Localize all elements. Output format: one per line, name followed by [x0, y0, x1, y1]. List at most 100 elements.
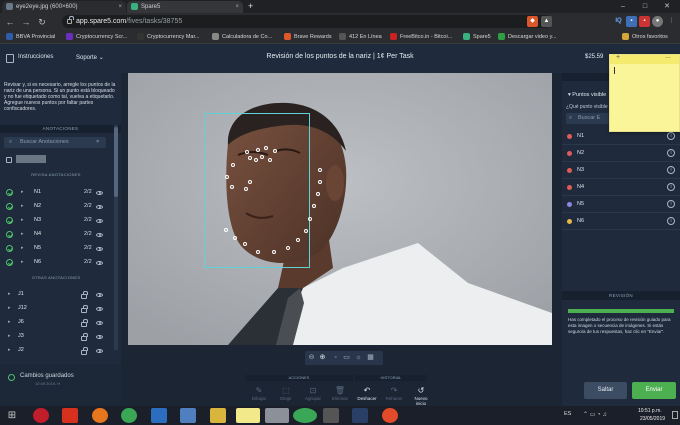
avatar[interactable]: ● — [652, 16, 663, 27]
creative-cloud-icon[interactable] — [33, 408, 49, 423]
minimize-icon[interactable]: – — [612, 0, 634, 13]
lock-icon[interactable] — [81, 291, 88, 299]
points-visible-toggle[interactable]: ▾ Puntos visible — [568, 92, 606, 98]
zoom-in-icon[interactable]: ⊕ — [318, 353, 327, 362]
chevron-down-icon[interactable]: ▸ — [21, 256, 24, 269]
bookmark-item[interactable]: FreeBitco.in - Bitcoi... — [390, 32, 452, 42]
landmark-point[interactable] — [230, 185, 234, 189]
annotations-scrollbar[interactable] — [114, 125, 118, 350]
new-tab-button[interactable]: + — [244, 1, 258, 13]
eye-icon[interactable] — [96, 307, 103, 311]
landmark-point[interactable] — [316, 192, 320, 196]
tab-spare5[interactable]: Spare5 × — [127, 1, 243, 13]
clock-time[interactable]: 10:51 p.m. — [638, 408, 662, 414]
point-row[interactable]: N4 i — [562, 179, 680, 196]
landmark-point[interactable] — [225, 175, 229, 179]
landmark-point[interactable] — [286, 246, 290, 250]
info-icon[interactable]: i — [667, 200, 675, 208]
chevron-down-icon[interactable]: ▸ — [21, 186, 24, 199]
bookmark-item[interactable]: BBVA Provincial — [6, 32, 55, 42]
eye-icon[interactable] — [96, 191, 103, 195]
close-icon[interactable]: × — [235, 1, 239, 13]
landmark-point[interactable] — [244, 187, 248, 191]
tool-elegir[interactable]: ⬚ Elegir — [274, 385, 298, 401]
eye-icon[interactable] — [96, 335, 103, 339]
landmark-point[interactable] — [273, 149, 277, 153]
more-icon[interactable]: ... — [665, 53, 671, 60]
bookmark-item[interactable]: Brave Rewards — [284, 32, 332, 42]
bookmark-item[interactable]: Calculadora de Co... — [212, 32, 272, 42]
address-bar[interactable]: app.spare5.com/fives/tasks/38755 ☆ — [62, 15, 552, 28]
point-row[interactable]: N5 i — [562, 196, 680, 213]
landmark-point[interactable] — [256, 148, 260, 152]
landmark-point[interactable] — [264, 146, 268, 150]
eye-icon[interactable] — [96, 205, 103, 209]
scrollbar-thumb[interactable] — [114, 127, 118, 197]
landmark-point[interactable] — [308, 217, 312, 221]
chevron-down-icon[interactable]: ▸ — [21, 214, 24, 227]
landmark-point[interactable] — [256, 250, 260, 254]
extension-icon[interactable]: ▪ — [626, 16, 637, 27]
fit-icon[interactable]: ◦ — [331, 353, 340, 362]
notifications-icon[interactable] — [672, 411, 678, 419]
chevron-down-icon[interactable]: ▸ — [21, 242, 24, 255]
lock-icon[interactable] — [81, 333, 88, 341]
eye-icon[interactable] — [96, 349, 103, 353]
landmark-point[interactable] — [272, 250, 276, 254]
word-icon[interactable] — [151, 408, 167, 423]
chevron-down-icon[interactable]: ▸ — [8, 316, 11, 329]
list-item[interactable]: ▸ N3 2/2 — [0, 214, 112, 227]
landmark-point[interactable] — [304, 229, 308, 233]
tool-nuevo-inicio[interactable]: ↺ Nuevo inicio — [409, 385, 433, 406]
chrome-icon[interactable] — [121, 408, 137, 423]
zoom-out-icon[interactable]: ⊖ — [307, 353, 316, 362]
tool-deshacer[interactable]: ↶ Deshacer — [355, 385, 379, 401]
maximize-icon[interactable]: □ — [634, 0, 656, 13]
point-row[interactable]: N2 i — [562, 145, 680, 162]
annotations-search-input[interactable]: ⌕ Buscar Anotaciones × — [4, 137, 106, 148]
lock-icon[interactable] — [81, 347, 88, 355]
app-icon[interactable] — [352, 408, 368, 423]
tool-agrupar[interactable]: ⊡ Agrupar — [301, 385, 325, 401]
landmark-point[interactable] — [312, 204, 316, 208]
lock-icon[interactable] — [81, 319, 88, 327]
bookmark-item[interactable]: Spare5 — [463, 32, 491, 42]
close-window-icon[interactable]: ✕ — [656, 0, 678, 13]
forward-icon[interactable]: → — [20, 16, 32, 28]
tab-image[interactable]: eye2eye.jpg (600×600) × — [2, 1, 126, 13]
point-row[interactable]: N6 i — [562, 213, 680, 230]
clock-date[interactable]: 23/05/2019 — [640, 416, 665, 422]
close-icon[interactable]: × — [118, 1, 122, 13]
eye-icon[interactable] — [96, 261, 103, 265]
landmark-point[interactable] — [248, 180, 252, 184]
list-item[interactable]: ▸ J12 — [0, 302, 112, 315]
submit-button[interactable]: Enviar — [632, 382, 676, 399]
landmark-point[interactable] — [318, 180, 322, 184]
tool-dibujar[interactable]: ✎ Dibujar — [247, 385, 271, 401]
windows-start-icon[interactable]: ⊞ — [4, 408, 20, 423]
bookmark-other[interactable]: Otros favoritos — [622, 32, 668, 42]
eye-icon[interactable] — [96, 219, 103, 223]
instructions-link[interactable]: Instrucciones — [18, 54, 53, 60]
point-row[interactable]: N3 i — [562, 162, 680, 179]
network-icon[interactable] — [180, 408, 196, 423]
menu-icon[interactable]: ⋮ — [666, 16, 677, 27]
select-all-checkbox[interactable] — [6, 157, 12, 163]
add-note-icon[interactable]: + — [616, 54, 620, 61]
landmark-point[interactable] — [248, 156, 252, 160]
sticky-note[interactable]: + ... — [609, 53, 680, 132]
tray-icons[interactable]: ⌃ ▭ ◔ ♫ — [583, 411, 607, 418]
app-icon[interactable] — [323, 408, 339, 423]
brightness-icon[interactable]: ☼ — [354, 353, 363, 362]
firefox-icon[interactable] — [92, 408, 108, 423]
close-icon[interactable]: × — [96, 137, 99, 148]
info-icon[interactable]: i — [667, 149, 675, 157]
list-item[interactable]: ▸ J3 — [0, 330, 112, 343]
back-icon[interactable]: ← — [4, 16, 16, 28]
eye-icon[interactable] — [96, 233, 103, 237]
face-bounding-box[interactable] — [204, 113, 310, 268]
lock-icon[interactable] — [81, 305, 88, 313]
chevron-down-icon[interactable]: ▸ — [21, 228, 24, 241]
chevron-down-icon[interactable]: ▸ — [8, 302, 11, 315]
info-icon[interactable]: i — [667, 166, 675, 174]
